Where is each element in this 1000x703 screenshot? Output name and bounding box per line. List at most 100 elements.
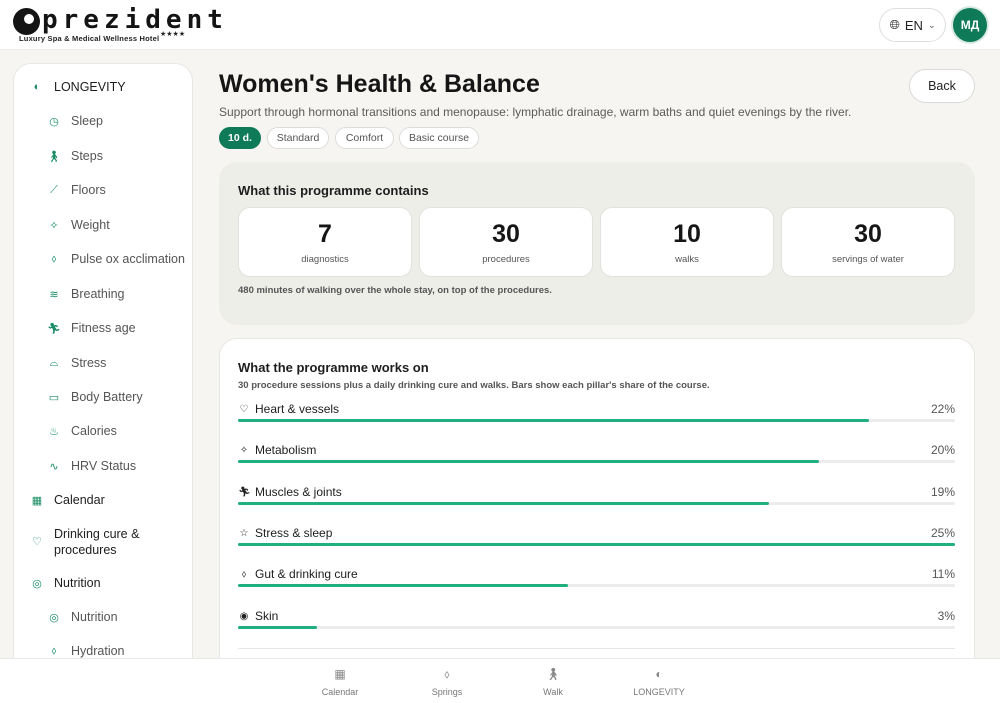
sidebar: ◐ LONGEVITY ◷ Sleep 🚶︎ Steps ⟋ Floors ✧ … — [13, 63, 193, 683]
calendar-icon: ▦ — [334, 667, 346, 681]
sidebar-item-label: Body Battery — [71, 390, 143, 404]
stat-card: 7 diagnostics — [238, 207, 412, 277]
sparkle-icon: ✧ — [239, 444, 249, 456]
sidebar-item-nutrition[interactable]: ◎ Nutrition — [14, 576, 192, 590]
logo-icon[interactable] — [13, 8, 40, 35]
tab-label: Calendar — [321, 687, 359, 697]
sidebar-item-label: Floors — [71, 183, 106, 197]
pillar-bar — [238, 584, 955, 587]
globe-icon: 🌐︎ — [889, 17, 900, 32]
back-button[interactable]: Back — [909, 69, 975, 103]
avatar[interactable]: МД — [953, 8, 987, 42]
pillar-name: ⬨ Gut & drinking cure — [238, 567, 358, 581]
pillar-label: Stress & sleep — [255, 526, 333, 540]
pillar-name: ☆ Stress & sleep — [238, 526, 333, 540]
pillar-bar — [238, 502, 955, 505]
target-icon: ◎ — [49, 611, 59, 624]
brand-name[interactable]: prezident — [42, 6, 228, 34]
bottom-tab-calendar[interactable]: ▦ Calendar — [295, 667, 385, 697]
tab-label: Walk — [543, 687, 563, 697]
contains-heading: What this programme contains — [238, 183, 429, 198]
pillar-label: Heart & vessels — [255, 402, 340, 416]
stat-value: 10 — [673, 220, 701, 248]
heart-icon: ♡ — [239, 403, 249, 415]
page-title: Women's Health & Balance — [219, 70, 540, 98]
sidebar-item-pulse-ox[interactable]: ⬨ Pulse ox acclimation — [14, 252, 192, 266]
chip-basic-course[interactable]: Basic course — [399, 127, 479, 149]
sidebar-item-fitness-age[interactable]: 🏃︎ Fitness age — [14, 321, 192, 335]
sidebar-item-longevity[interactable]: ◐ LONGEVITY — [14, 80, 192, 94]
stat-card: 30 procedures — [419, 207, 593, 277]
works-heading: What the programme works on — [238, 360, 429, 375]
pillar-percent: 11% — [931, 567, 955, 581]
pillar-label: Metabolism — [255, 443, 317, 457]
drop-icon: ⬨ — [444, 667, 450, 681]
drop-icon: ⬨ — [51, 644, 57, 657]
walk-icon: 🚶︎ — [545, 667, 561, 681]
run-icon: 🏃︎ — [238, 486, 251, 498]
sidebar-item-breathing[interactable]: ≋ Breathing — [14, 287, 192, 301]
walking-note: 480 minutes of walking over the whole st… — [238, 285, 552, 296]
gauge-icon: ⌓ — [49, 356, 59, 369]
longevity-icon: ◐ — [655, 667, 663, 681]
pillar-bar — [238, 626, 955, 629]
pillar-bar — [238, 460, 955, 463]
sidebar-item-label: Breathing — [71, 287, 125, 301]
chip-standard[interactable]: Standard — [267, 127, 329, 149]
stat-label: diagnostics — [301, 254, 349, 265]
sidebar-item-label: LONGEVITY — [54, 80, 126, 94]
sidebar-item-label: Calendar — [54, 493, 105, 507]
sidebar-item-hydration[interactable]: ⬨ Hydration — [14, 644, 192, 658]
stat-value: 7 — [318, 220, 332, 248]
pillar-name: ♡ Heart & vessels — [238, 402, 340, 416]
target-icon: ◎ — [32, 577, 42, 590]
wind-icon: ≋ — [49, 288, 59, 301]
pillar-bar — [238, 543, 955, 546]
sidebar-item-label: Pulse ox acclimation — [71, 252, 185, 266]
top-bar: prezident Luxury Spa & Medical Wellness … — [0, 0, 1000, 50]
battery-icon: ▭ — [48, 391, 60, 404]
sidebar-item-body-battery[interactable]: ▭ Body Battery — [14, 390, 192, 404]
sidebar-item-floors[interactable]: ⟋ Floors — [14, 183, 192, 197]
language-selector[interactable]: 🌐︎ EN ⌄ — [879, 8, 946, 42]
stat-label: procedures — [482, 254, 530, 265]
pillar-bar-fill — [238, 502, 769, 505]
sidebar-item-nutrition-sub[interactable]: ◎ Nutrition — [14, 610, 192, 624]
sidebar-item-label: Nutrition — [54, 576, 101, 590]
pillar-percent: 3% — [937, 609, 955, 623]
sidebar-item-label: Sleep — [71, 114, 103, 128]
pillar-bar-fill — [238, 543, 955, 546]
chip-duration[interactable]: 10 d. — [219, 127, 261, 149]
star-icon: ☆ — [239, 527, 249, 539]
sidebar-item-stress[interactable]: ⌓ Stress — [14, 356, 192, 370]
sidebar-item-steps[interactable]: 🚶︎ Steps — [14, 149, 192, 163]
sidebar-item-label: Stress — [71, 356, 107, 370]
stat-card: 30 servings of water — [781, 207, 955, 277]
weight-icon: ✧ — [49, 219, 59, 232]
drop-icon: ⬨ — [241, 568, 247, 580]
pillar-percent: 22% — [930, 402, 955, 416]
sidebar-item-drinking-cure[interactable]: ♡ Drinking cure & procedures — [14, 526, 192, 558]
chip-comfort[interactable]: Comfort — [335, 127, 394, 149]
sidebar-item-label: Drinking cure & procedures — [54, 527, 140, 557]
sidebar-item-weight[interactable]: ✧ Weight — [14, 218, 192, 232]
stat-label: servings of water — [832, 254, 904, 265]
pillar-percent: 20% — [930, 443, 955, 457]
sidebar-item-calendar[interactable]: ▦ Calendar — [14, 493, 192, 507]
brand-stars: ★★★★ — [160, 31, 186, 38]
page-subtitle: Support through hormonal transitions and… — [219, 105, 852, 119]
sidebar-item-calories[interactable]: ♨ Calories — [14, 424, 192, 438]
bottom-tab-springs[interactable]: ⬨ Springs — [402, 667, 492, 697]
stairs-icon: ⟋ — [50, 183, 58, 196]
clock-icon: ◷ — [49, 115, 59, 128]
pillar-bar-fill — [238, 584, 568, 587]
works-subtitle: 30 procedure sessions plus a daily drink… — [238, 380, 710, 391]
pulse-icon: ∿ — [49, 460, 59, 473]
language-label: EN — [904, 17, 923, 33]
pillar-name: ◉ Skin — [238, 609, 279, 623]
bottom-tab-longevity[interactable]: ◐ LONGEVITY — [614, 667, 704, 697]
sidebar-item-sleep[interactable]: ◷ Sleep — [14, 114, 192, 128]
bottom-tab-walk[interactable]: 🚶︎ Walk — [508, 667, 598, 697]
sidebar-item-hrv-status[interactable]: ∿ HRV Status — [14, 459, 192, 473]
drop-icon: ⬨ — [51, 252, 57, 265]
